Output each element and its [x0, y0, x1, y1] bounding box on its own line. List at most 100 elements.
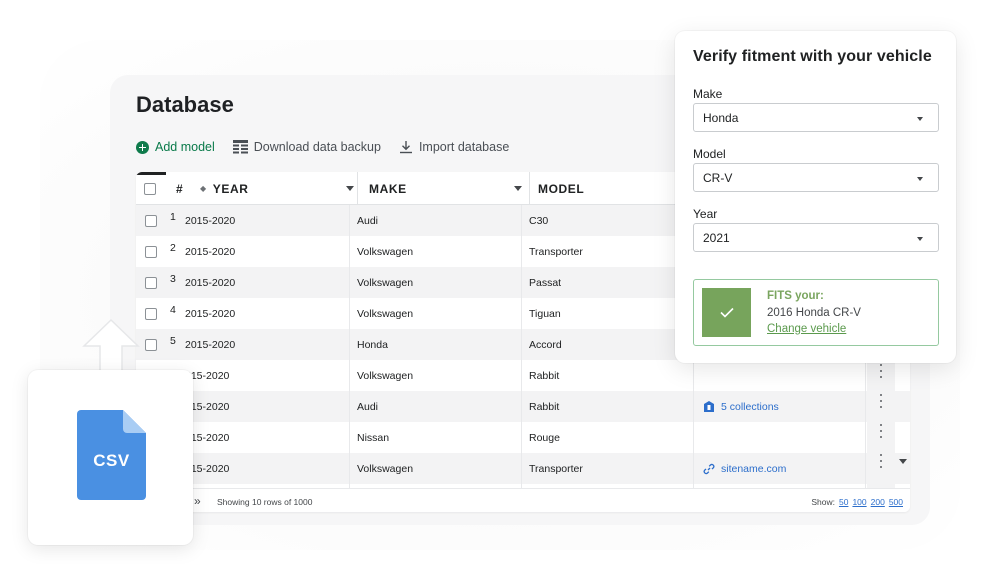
make-label: Make	[693, 87, 723, 101]
table-row[interactable]: 015-2020 Nissan Rouge	[136, 422, 910, 453]
sitename-link[interactable]: sitename.com	[703, 453, 786, 484]
row-checkbox-cell	[145, 298, 157, 329]
collections-link[interactable]: 5 collections	[703, 391, 779, 422]
row-checkbox-cell	[145, 329, 157, 360]
checkmark-icon	[719, 307, 734, 318]
scroll-down-icon[interactable]	[899, 459, 907, 464]
row-make: Honda	[357, 338, 388, 351]
column-model[interactable]: MODEL	[538, 172, 584, 205]
table-row[interactable]: 015-2020 Volkswagen Transporter	[136, 453, 910, 484]
column-year[interactable]: ◆ YEAR	[200, 172, 249, 205]
column-divider	[521, 205, 522, 488]
row-make: Volkswagen	[357, 369, 414, 382]
import-database-button[interactable]: Import database	[399, 140, 509, 154]
model-label: Model	[693, 147, 726, 161]
page-size-option[interactable]: 500	[889, 497, 903, 507]
row-make: Audi	[357, 400, 379, 413]
page-size-option[interactable]: 50	[839, 497, 848, 507]
select-all-checkbox[interactable]	[144, 182, 156, 195]
year-label: Year	[693, 207, 718, 221]
table-icon	[232, 140, 248, 154]
row-make: Volkswagen	[357, 307, 414, 320]
column-make[interactable]: MAKE	[369, 172, 407, 205]
row-model: Rabbit	[529, 369, 560, 382]
model-value: CR-V	[703, 170, 733, 185]
row-number: 3	[170, 272, 176, 285]
row-make: Volkswagen	[357, 245, 414, 258]
make-value: Honda	[703, 110, 739, 125]
chevron-down-icon	[917, 237, 923, 241]
chevron-down-icon	[917, 177, 923, 181]
row-number: 5	[170, 334, 176, 347]
select-all-cell	[144, 172, 156, 205]
page-size-option[interactable]: 200	[871, 497, 885, 507]
table-row[interactable]: 015-2020 Audi Rabbit	[136, 391, 910, 422]
row-checkbox-cell	[145, 236, 157, 267]
change-vehicle-link[interactable]: Change vehicle	[767, 323, 846, 335]
year-filter-dropdown[interactable]	[346, 172, 354, 205]
row-year: 2015-2020	[185, 245, 236, 258]
fits-vehicle: 2016 Honda CR-V	[767, 307, 861, 319]
row-actions-button[interactable]	[878, 424, 884, 438]
row-number: 4	[170, 303, 176, 316]
download-backup-button[interactable]: Download data backup	[232, 140, 381, 154]
collection-tag-icon	[704, 401, 714, 412]
sort-icon: ◆	[200, 184, 207, 193]
model-select[interactable]: CR-V	[693, 163, 939, 192]
page-size-selector: Show: 50 100 200 500	[811, 497, 903, 507]
fits-check-badge	[702, 288, 751, 337]
chevron-down-icon	[346, 186, 354, 191]
year-value: 2021	[703, 230, 730, 245]
row-checkbox-cell	[145, 205, 157, 236]
row-model: Transporter	[529, 462, 583, 475]
download-backup-label: Download data backup	[253, 140, 381, 154]
row-model: Tiguan	[529, 307, 561, 320]
row-model: Rabbit	[529, 400, 560, 413]
add-model-button[interactable]: Add model	[136, 140, 215, 154]
sitename-label: sitename.com	[721, 462, 787, 475]
make-filter-dropdown[interactable]	[514, 172, 522, 205]
page-size-label: Show:	[811, 497, 835, 507]
row-year: 2015-2020	[185, 214, 236, 227]
row-actions-button[interactable]	[878, 394, 884, 408]
page-size-option[interactable]: 100	[852, 497, 866, 507]
database-toolbar: Add model Download data backup Import da…	[136, 137, 509, 157]
column-divider	[357, 172, 358, 205]
row-checkbox[interactable]	[145, 338, 157, 351]
row-checkbox[interactable]	[145, 276, 157, 289]
page-title: Database	[136, 92, 234, 117]
year-select[interactable]: 2021	[693, 223, 939, 252]
fits-heading: FITS your:	[767, 290, 824, 302]
row-year: 2015-2020	[185, 276, 236, 289]
row-model: Passat	[529, 276, 562, 289]
column-num: #	[176, 181, 184, 196]
table-footer: » Showing 10 rows of 1000 Show: 50 100 2…	[136, 488, 910, 512]
row-checkbox[interactable]	[145, 245, 157, 258]
row-checkbox[interactable]	[145, 307, 157, 320]
row-year: 2015-2020	[185, 338, 236, 351]
chevron-down-icon	[917, 117, 923, 121]
row-checkbox[interactable]	[145, 214, 157, 227]
table-row[interactable]: 015-2020 Volkswagen Rabbit	[136, 360, 910, 391]
plus-circle-icon	[136, 140, 149, 154]
row-year: 2015-2020	[185, 307, 236, 320]
fitment-title: Verify fitment with your vehicle	[693, 48, 932, 65]
row-actions-button[interactable]	[878, 364, 884, 378]
row-make: Volkswagen	[357, 276, 414, 289]
column-divider	[349, 205, 350, 488]
row-model: Transporter	[529, 245, 583, 258]
row-actions-button[interactable]	[878, 454, 884, 468]
last-page-icon[interactable]: »	[194, 494, 201, 508]
row-make: Nissan	[357, 431, 390, 444]
row-model: Accord	[529, 338, 562, 351]
row-number: 2	[170, 241, 176, 254]
add-model-label: Add model	[155, 140, 215, 154]
column-divider	[529, 172, 530, 205]
row-make: Volkswagen	[357, 462, 414, 475]
row-model: Rouge	[529, 431, 560, 444]
chevron-down-icon	[514, 186, 522, 191]
csv-label: CSV	[93, 451, 130, 470]
make-select[interactable]: Honda	[693, 103, 939, 132]
rows-count-text: Showing 10 rows of 1000	[217, 497, 313, 507]
link-icon	[703, 463, 715, 474]
